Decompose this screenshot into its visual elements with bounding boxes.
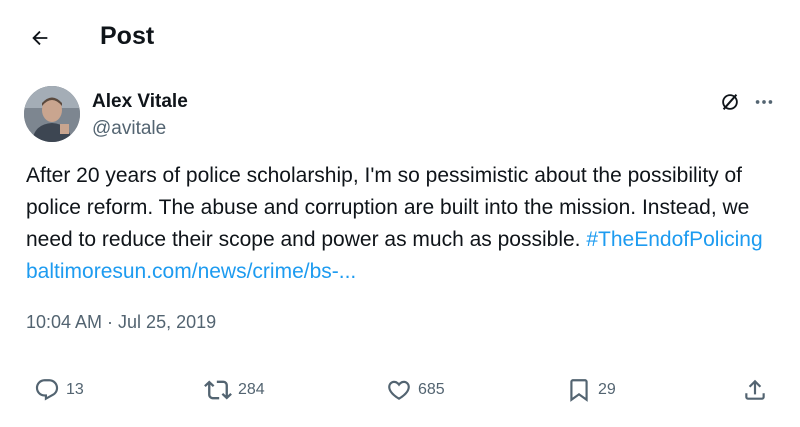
more-icon (755, 100, 773, 104)
bookmark-icon (570, 379, 588, 402)
tweet-timestamp[interactable]: 10:04 AM · Jul 25, 2019 (26, 312, 216, 333)
user-avatar (24, 86, 80, 142)
page-header: Post (0, 0, 800, 72)
like-count: 685 (418, 381, 445, 398)
arrow-left-icon (32, 30, 48, 46)
share-button[interactable] (742, 370, 768, 410)
heart-icon (388, 380, 410, 400)
article-link[interactable]: baltimoresun.com/news/crime/bs-... (26, 260, 356, 283)
hashtag-link[interactable]: #TheEndofPolicing (586, 228, 762, 251)
tweet-text: After 20 years of police scholarship, I'… (26, 160, 776, 288)
grok-button[interactable] (716, 88, 744, 116)
reply-count: 13 (66, 381, 84, 398)
avatar[interactable] (24, 86, 80, 142)
repost-icon (204, 380, 232, 400)
reply-button[interactable]: 13 (34, 370, 84, 410)
author-display-name[interactable]: Alex Vitale (92, 91, 188, 113)
more-button[interactable] (750, 88, 778, 116)
back-button[interactable] (22, 20, 58, 56)
bookmark-count: 29 (598, 381, 616, 398)
page-title: Post (100, 22, 155, 50)
author-handle[interactable]: @avitale (92, 118, 166, 140)
repost-button[interactable]: 284 (204, 370, 265, 410)
repost-count: 284 (238, 381, 265, 398)
share-icon (745, 379, 765, 400)
tweet-actions: 13 284 685 29 (0, 370, 800, 410)
like-button[interactable]: 685 (386, 370, 445, 410)
bookmark-button[interactable]: 29 (566, 370, 616, 410)
reply-icon (35, 379, 59, 401)
grok-icon (722, 94, 738, 110)
